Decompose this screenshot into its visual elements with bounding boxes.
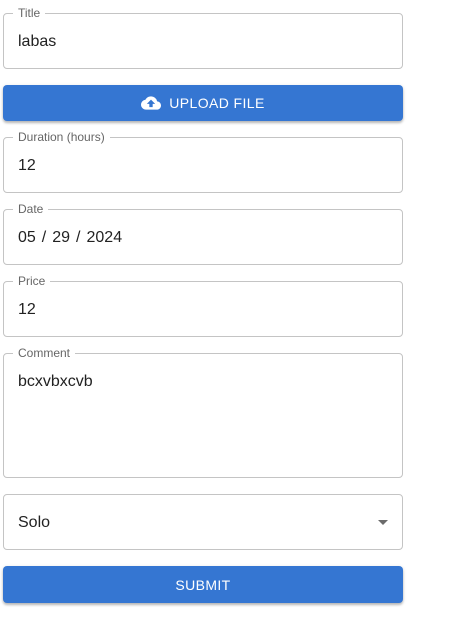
submit-button[interactable]: SUBMIT	[3, 566, 403, 603]
title-field[interactable]: Title labas	[3, 6, 403, 69]
date-month[interactable]: 05	[18, 229, 36, 246]
type-select-value: Solo	[18, 514, 51, 531]
duration-input-value[interactable]: 12	[18, 156, 36, 176]
duration-field[interactable]: Duration (hours) 12	[3, 130, 403, 193]
upload-file-label: UPLOAD FILE	[169, 95, 265, 111]
comment-field[interactable]: Comment bcxvbxcvb	[3, 346, 403, 478]
comment-label: Comment	[13, 346, 76, 360]
upload-file-button[interactable]: UPLOAD FILE	[3, 85, 403, 121]
date-separator: /	[76, 229, 81, 246]
date-field[interactable]: Date 05 / 29 / 2024	[3, 202, 403, 265]
submit-label: SUBMIT	[175, 576, 231, 593]
date-input-value[interactable]: 05 / 29 / 2024	[18, 228, 122, 248]
comment-textarea-value[interactable]: bcxvbxcvb	[18, 372, 93, 392]
price-input-value[interactable]: 12	[18, 300, 36, 320]
title-label: Title	[13, 6, 46, 20]
type-select[interactable]: Solo	[3, 494, 403, 550]
title-input-value[interactable]: labas	[18, 32, 56, 52]
date-year[interactable]: 2024	[87, 229, 123, 246]
price-field[interactable]: Price 12	[3, 274, 403, 337]
chevron-down-icon[interactable]	[378, 520, 388, 525]
duration-label: Duration (hours)	[13, 130, 110, 144]
price-label: Price	[13, 274, 51, 288]
date-separator: /	[41, 229, 47, 246]
date-label: Date	[13, 202, 49, 216]
date-day[interactable]: 29	[52, 229, 70, 246]
cloud-upload-icon	[141, 93, 162, 113]
